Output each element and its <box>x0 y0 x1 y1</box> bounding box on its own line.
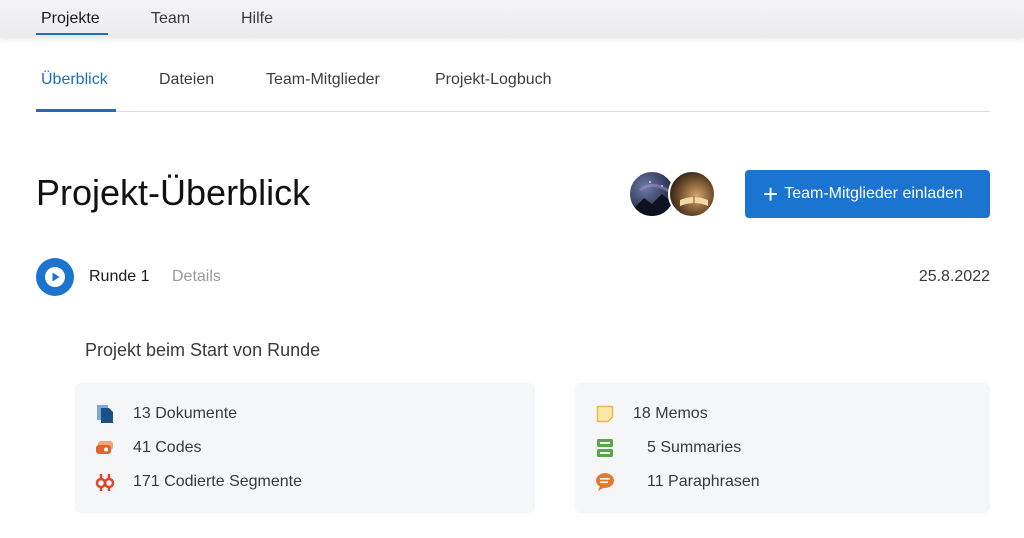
tab-active-indicator <box>36 109 116 112</box>
paraphrase-icon <box>595 472 615 492</box>
tab-team-mitglieder[interactable]: Team-Mitglieder <box>266 71 380 89</box>
round-label: Runde 1 <box>89 268 150 285</box>
topnav-projekte[interactable]: Projekte <box>41 10 100 28</box>
tabs-divider <box>36 111 990 112</box>
stat-memos-text: 18 Memos <box>633 405 708 422</box>
stat-memos: 18 Memos <box>595 404 708 424</box>
stat-documents-text: 13 Dokumente <box>133 405 238 422</box>
stat-summaries: 5 Summaries <box>595 438 741 458</box>
topnav-hilfe[interactable]: Hilfe <box>241 10 273 28</box>
play-round-icon[interactable] <box>36 258 74 296</box>
stat-summaries-text: 5 Summaries <box>647 439 742 456</box>
avatar-image-book <box>680 196 708 206</box>
stat-documents: 13 Dokumente <box>95 404 237 424</box>
memo-icon <box>595 404 615 424</box>
stat-coded-segments: 171 Codierte Segmente <box>95 472 302 492</box>
summary-icon <box>595 438 615 458</box>
code-icon <box>95 438 115 458</box>
tab-ueberblick[interactable]: Überblick <box>41 71 108 89</box>
top-navigation: Projekte Team Hilfe <box>0 0 1024 38</box>
invite-team-members-button[interactable]: + Team-Mitglieder einladen <box>745 170 990 218</box>
tab-dateien[interactable]: Dateien <box>159 71 214 89</box>
stats-card-right: 18 Memos 5 Summaries 11 Paraphrasen <box>575 383 990 513</box>
stat-coded-segments-text: 171 Codierte Segmente <box>133 473 302 490</box>
topnav-active-indicator <box>36 33 108 35</box>
stat-codes-text: 41 Codes <box>133 439 202 456</box>
stat-paraphrases: 11 Paraphrasen <box>595 472 760 492</box>
topnav-team[interactable]: Team <box>151 10 190 28</box>
plus-icon: + <box>763 179 779 209</box>
stat-codes: 41 Codes <box>95 438 202 458</box>
document-icon <box>95 404 115 424</box>
details-link[interactable]: Details <box>172 268 221 286</box>
round-date: 25.8.2022 <box>918 268 990 285</box>
tab-projekt-logbuch[interactable]: Projekt-Logbuch <box>435 71 552 89</box>
coded-segment-icon <box>95 472 115 492</box>
section-heading: Projekt beim Start von Runde <box>85 340 321 360</box>
stats-card-left: 13 Dokumente 41 Codes 171 Codierte Segme… <box>75 383 535 513</box>
avatar[interactable] <box>668 170 716 218</box>
invite-button-label: Team-Mitglieder einladen <box>784 185 963 202</box>
page-title: Projekt-Überblick <box>36 172 311 213</box>
stat-paraphrases-text: 11 Paraphrasen <box>647 473 760 490</box>
